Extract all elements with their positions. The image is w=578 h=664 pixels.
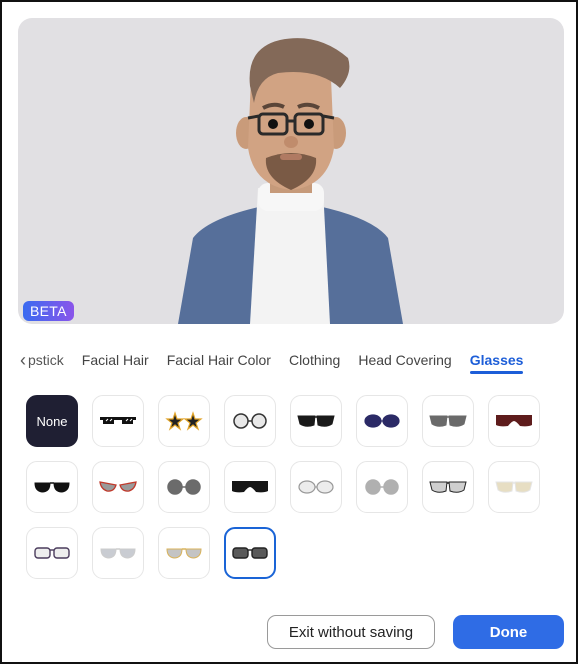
glasses-option-round-light-gray-sunglasses[interactable] (356, 461, 408, 513)
maroon-shield-sunglasses-icon (496, 415, 532, 427)
round-clear-glasses-icon (233, 413, 267, 429)
tab-label: pstick (28, 352, 64, 368)
glasses-option-purple-rectangular-glasses[interactable] (26, 527, 78, 579)
cream-wayfarer-sunglasses-icon (495, 481, 533, 493)
gray-wayfarer-sunglasses-icon (429, 415, 467, 427)
glasses-option-oval-clear-glasses[interactable] (290, 461, 342, 513)
gold-aviator-sunglasses-icon (166, 548, 202, 559)
dark-rectangular-sunglasses-icon (232, 547, 268, 559)
exit-without-saving-button[interactable]: Exit without saving (267, 615, 435, 649)
glasses-option-round-gray-sunglasses[interactable] (158, 461, 210, 513)
glasses-option-aviator-black-sunglasses[interactable] (26, 461, 78, 513)
glasses-option-gray-wayfarer-sunglasses[interactable] (422, 395, 474, 447)
glasses-option-browline-silver-sunglasses[interactable] (422, 461, 474, 513)
avatar-preview: BETA (18, 18, 564, 324)
glasses-option-dark-rectangular-sunglasses[interactable] (224, 527, 276, 579)
tab-lipstick[interactable]: ‹ pstick (20, 350, 64, 371)
glasses-option-red-cateye-sunglasses[interactable] (92, 461, 144, 513)
tab-facial-hair[interactable]: Facial Hair (82, 352, 149, 368)
glasses-option-star-glasses[interactable] (158, 395, 210, 447)
done-button[interactable]: Done (453, 615, 564, 649)
chevron-left-icon[interactable]: ‹ (20, 350, 26, 371)
silver-aviator-sunglasses-icon (100, 548, 136, 559)
glasses-option-silver-aviator-sunglasses[interactable] (92, 527, 144, 579)
navy-oval-sunglasses-icon (364, 414, 400, 428)
glasses-option-maroon-shield-sunglasses[interactable] (488, 395, 540, 447)
tab-clothing[interactable]: Clothing (289, 352, 340, 368)
glasses-option-none[interactable]: None (26, 395, 78, 447)
avatar-image (178, 38, 403, 324)
pixel-thug-glasses-icon (100, 417, 136, 424)
none-label: None (36, 413, 68, 429)
tab-head-covering[interactable]: Head Covering (358, 352, 451, 368)
star-glasses-icon (165, 411, 203, 431)
tab-facial-hair-color[interactable]: Facial Hair Color (167, 352, 271, 368)
purple-rectangular-glasses-icon (34, 547, 70, 559)
round-gray-sunglasses-icon (167, 479, 201, 495)
glasses-options-grid: None (26, 395, 540, 579)
round-light-gray-sunglasses-icon (365, 479, 399, 495)
aviator-black-sunglasses-icon (34, 482, 70, 493)
glasses-option-gold-aviator-sunglasses[interactable] (158, 527, 210, 579)
category-tabs: ‹ pstick Facial Hair Facial Hair Color C… (20, 347, 541, 374)
black-wayfarer-sunglasses-icon (297, 415, 335, 427)
browline-silver-sunglasses-icon (429, 481, 467, 493)
oval-clear-glasses-icon (298, 480, 334, 494)
tab-glasses[interactable]: Glasses (469, 352, 523, 374)
glasses-option-cream-wayfarer-sunglasses[interactable] (488, 461, 540, 513)
red-cateye-sunglasses-icon (99, 481, 137, 492)
glasses-option-black-wayfarer-sunglasses[interactable] (290, 395, 342, 447)
glasses-option-pixel-thug-glasses[interactable] (92, 395, 144, 447)
glasses-option-navy-oval-sunglasses[interactable] (356, 395, 408, 447)
glasses-option-round-clear-glasses[interactable] (224, 395, 276, 447)
glasses-option-black-shield-sunglasses[interactable] (224, 461, 276, 513)
beta-badge: BETA (23, 301, 74, 321)
black-shield-sunglasses-icon (232, 481, 268, 493)
